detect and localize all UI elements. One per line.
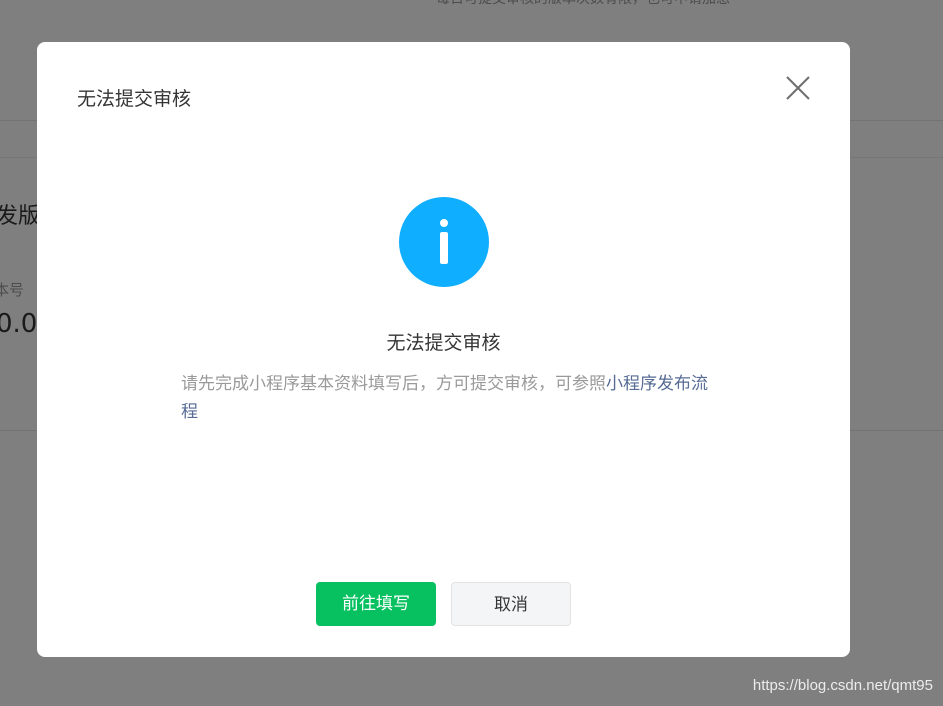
submit-review-dialog: 无法提交审核 无法提交审核 请先完成小程序基本资料填写后，方可提交审核，可参照小…	[37, 42, 850, 657]
go-fill-button[interactable]: 前往填写	[316, 582, 436, 626]
message-text: 请先完成小程序基本资料填写后，方可提交审核，可参照	[181, 374, 606, 394]
message-title: 无法提交审核	[386, 332, 501, 354]
watermark: https://blog.csdn.net/qmt95	[752, 677, 933, 694]
close-icon[interactable]	[785, 75, 811, 101]
message-description: 请先完成小程序基本资料填写后，方可提交审核，可参照小程序发布流程	[181, 370, 721, 426]
dialog-title: 无法提交审核	[77, 88, 192, 110]
cancel-button[interactable]: 取消	[451, 582, 571, 626]
info-icon	[399, 197, 489, 287]
